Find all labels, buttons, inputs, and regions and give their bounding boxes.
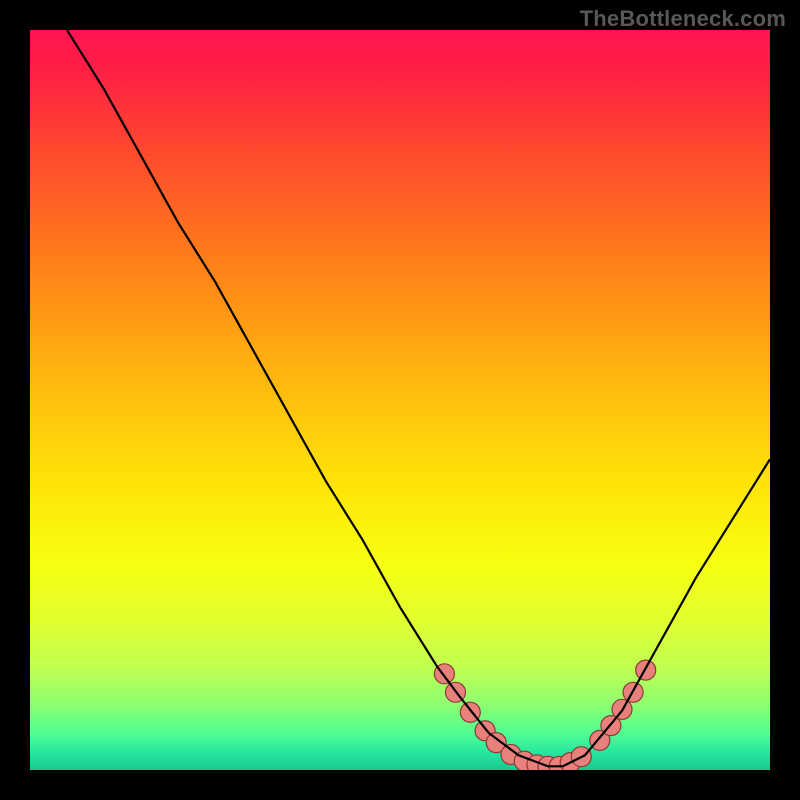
chart-frame: TheBottleneck.com: [0, 0, 800, 800]
plot-area: [30, 30, 770, 770]
plot-svg: [30, 30, 770, 770]
gradient-bg: [30, 30, 770, 770]
watermark-text: TheBottleneck.com: [580, 6, 786, 32]
